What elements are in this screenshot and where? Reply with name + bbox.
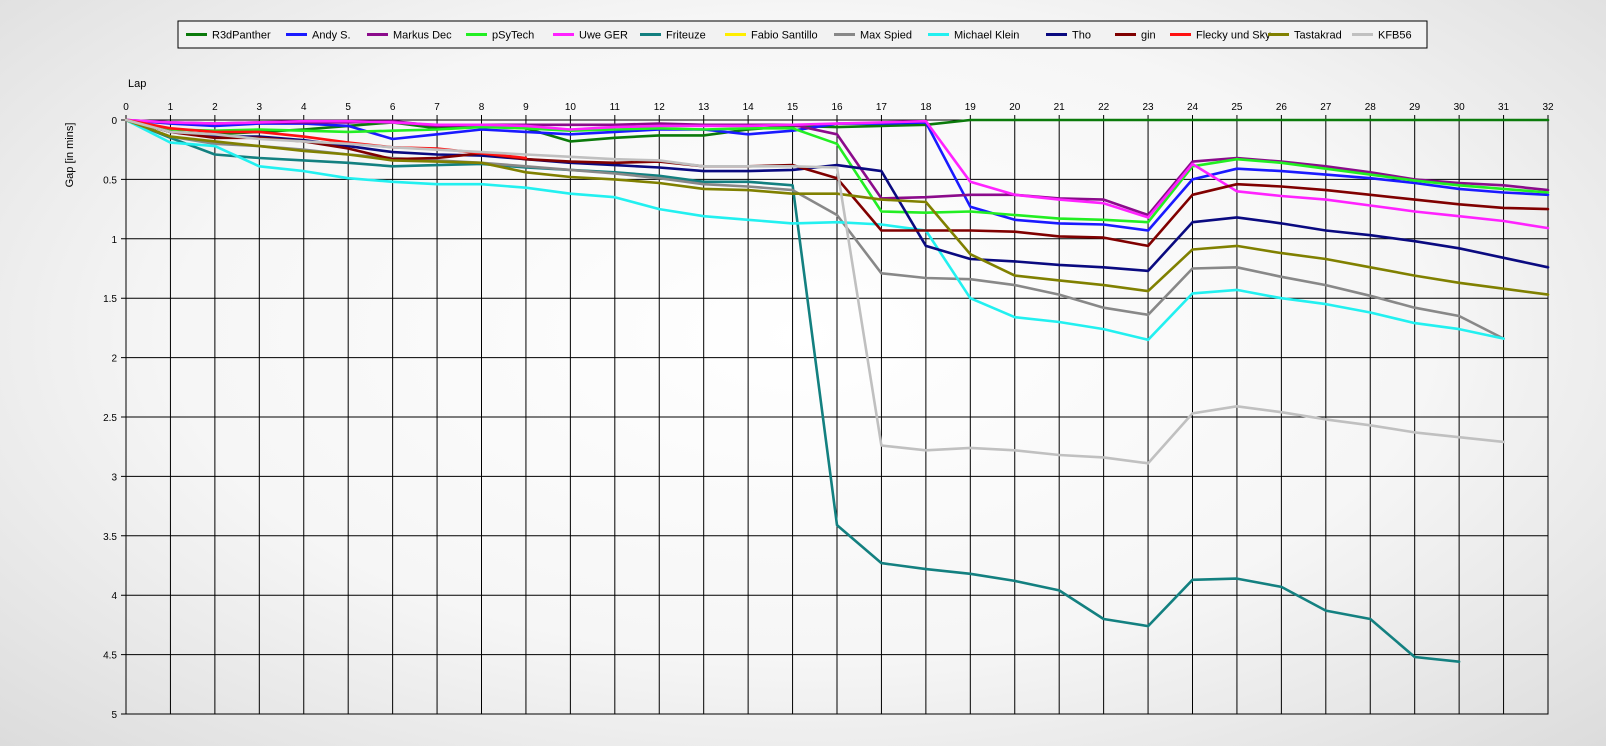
x-tick-label: 8: [479, 102, 485, 113]
y-tick-label: 4: [111, 591, 117, 602]
y-tick-label: 0.5: [103, 175, 117, 186]
legend-entry: Tho: [1072, 30, 1091, 42]
grid: [121, 115, 1549, 715]
y-tick-label: 1: [111, 235, 117, 246]
x-tick-label: 14: [743, 102, 755, 113]
x-tick-label: 1: [168, 102, 174, 113]
x-tick-label: 19: [965, 102, 977, 113]
legend-entry: Friteuze: [666, 30, 706, 42]
y-tick-label: 3: [111, 472, 117, 483]
x-tick-label: 2: [212, 102, 218, 113]
x-tick-label: 13: [698, 102, 710, 113]
x-tick-label: 7: [434, 102, 440, 113]
legend-entry: KFB56: [1378, 30, 1412, 42]
legend-entry: Andy S.: [312, 30, 351, 42]
x-tick-label: 5: [345, 102, 351, 113]
legend-entry: Max Spied: [860, 30, 912, 42]
x-tick-label: 31: [1498, 102, 1510, 113]
x-tick-label: 21: [1054, 102, 1066, 113]
y-tick-label: 4.5: [103, 651, 117, 662]
x-tick-label: 32: [1542, 102, 1554, 113]
x-tick-label: 29: [1409, 102, 1421, 113]
x-tick-label: 17: [876, 102, 888, 113]
x-tick-label: 6: [390, 102, 396, 113]
x-tick-label: 16: [831, 102, 843, 113]
x-tick-label: 18: [920, 102, 932, 113]
x-tick-label: 3: [257, 102, 263, 113]
x-tick-label: 20: [1009, 102, 1021, 113]
y-tick-label: 2.5: [103, 413, 117, 424]
legend-entry: Michael Klein: [954, 30, 1019, 42]
legend-entry: Markus Dec: [393, 30, 452, 42]
y-axis: 0 0.5 1 1.5 2 2.5 3 3.5 4 4.5 5: [103, 116, 117, 721]
x-tick-label: 26: [1276, 102, 1288, 113]
x-tick-label: 11: [610, 102, 621, 113]
y-tick-label: 5: [111, 710, 117, 721]
x-tick-label: 15: [787, 102, 799, 113]
x-tick-label: 4: [301, 102, 307, 113]
y-tick-label: 3.5: [103, 532, 117, 543]
legend-entry: R3dPanther: [212, 30, 271, 42]
y-axis-label: Gap [in mins]: [64, 123, 76, 188]
x-tick-label: 30: [1454, 102, 1466, 113]
x-tick-label: 27: [1320, 102, 1332, 113]
x-tick-label: 10: [565, 102, 577, 113]
y-tick-label: 2: [111, 354, 117, 365]
x-tick-label: 12: [654, 102, 666, 113]
x-tick-label: 0: [123, 102, 129, 113]
x-tick-label: 9: [523, 102, 529, 113]
chart-area: R3dPanther Andy S. Markus Dec pSyTech Uwe GE…: [0, 0, 1606, 746]
legend-entry: Uwe GER: [579, 30, 628, 42]
y-tick-label: 0: [111, 116, 117, 127]
legend-entry: pSyTech: [492, 30, 534, 42]
y-tick-label: 1.5: [103, 294, 117, 305]
legend-entry: Tastakrad: [1294, 30, 1342, 42]
x-tick-label: 23: [1143, 102, 1155, 113]
x-axis-label: Lap: [128, 78, 146, 90]
legend: R3dPanther Andy S. Markus Dec pSyTech Uwe GE…: [177, 20, 1428, 49]
legend-entry: Fabio Santillo: [751, 30, 818, 42]
x-tick-label: 24: [1187, 102, 1199, 113]
x-tick-label: 22: [1098, 102, 1110, 113]
x-axis: 0 1 2 3 4 5 6 7 8 9 10 11 12 13 14 15 16 17 18 19 20 21 22 23 24…: [123, 102, 1554, 113]
legend-entry: Flecky und Sky: [1196, 30, 1271, 42]
race-gap-chart: R3dPanther Andy S. Markus Dec pSyTech Uwe GE…: [64, 20, 1554, 721]
x-tick-label: 25: [1231, 102, 1243, 113]
x-tick-label: 28: [1365, 102, 1377, 113]
legend-entry: gin: [1141, 30, 1156, 42]
